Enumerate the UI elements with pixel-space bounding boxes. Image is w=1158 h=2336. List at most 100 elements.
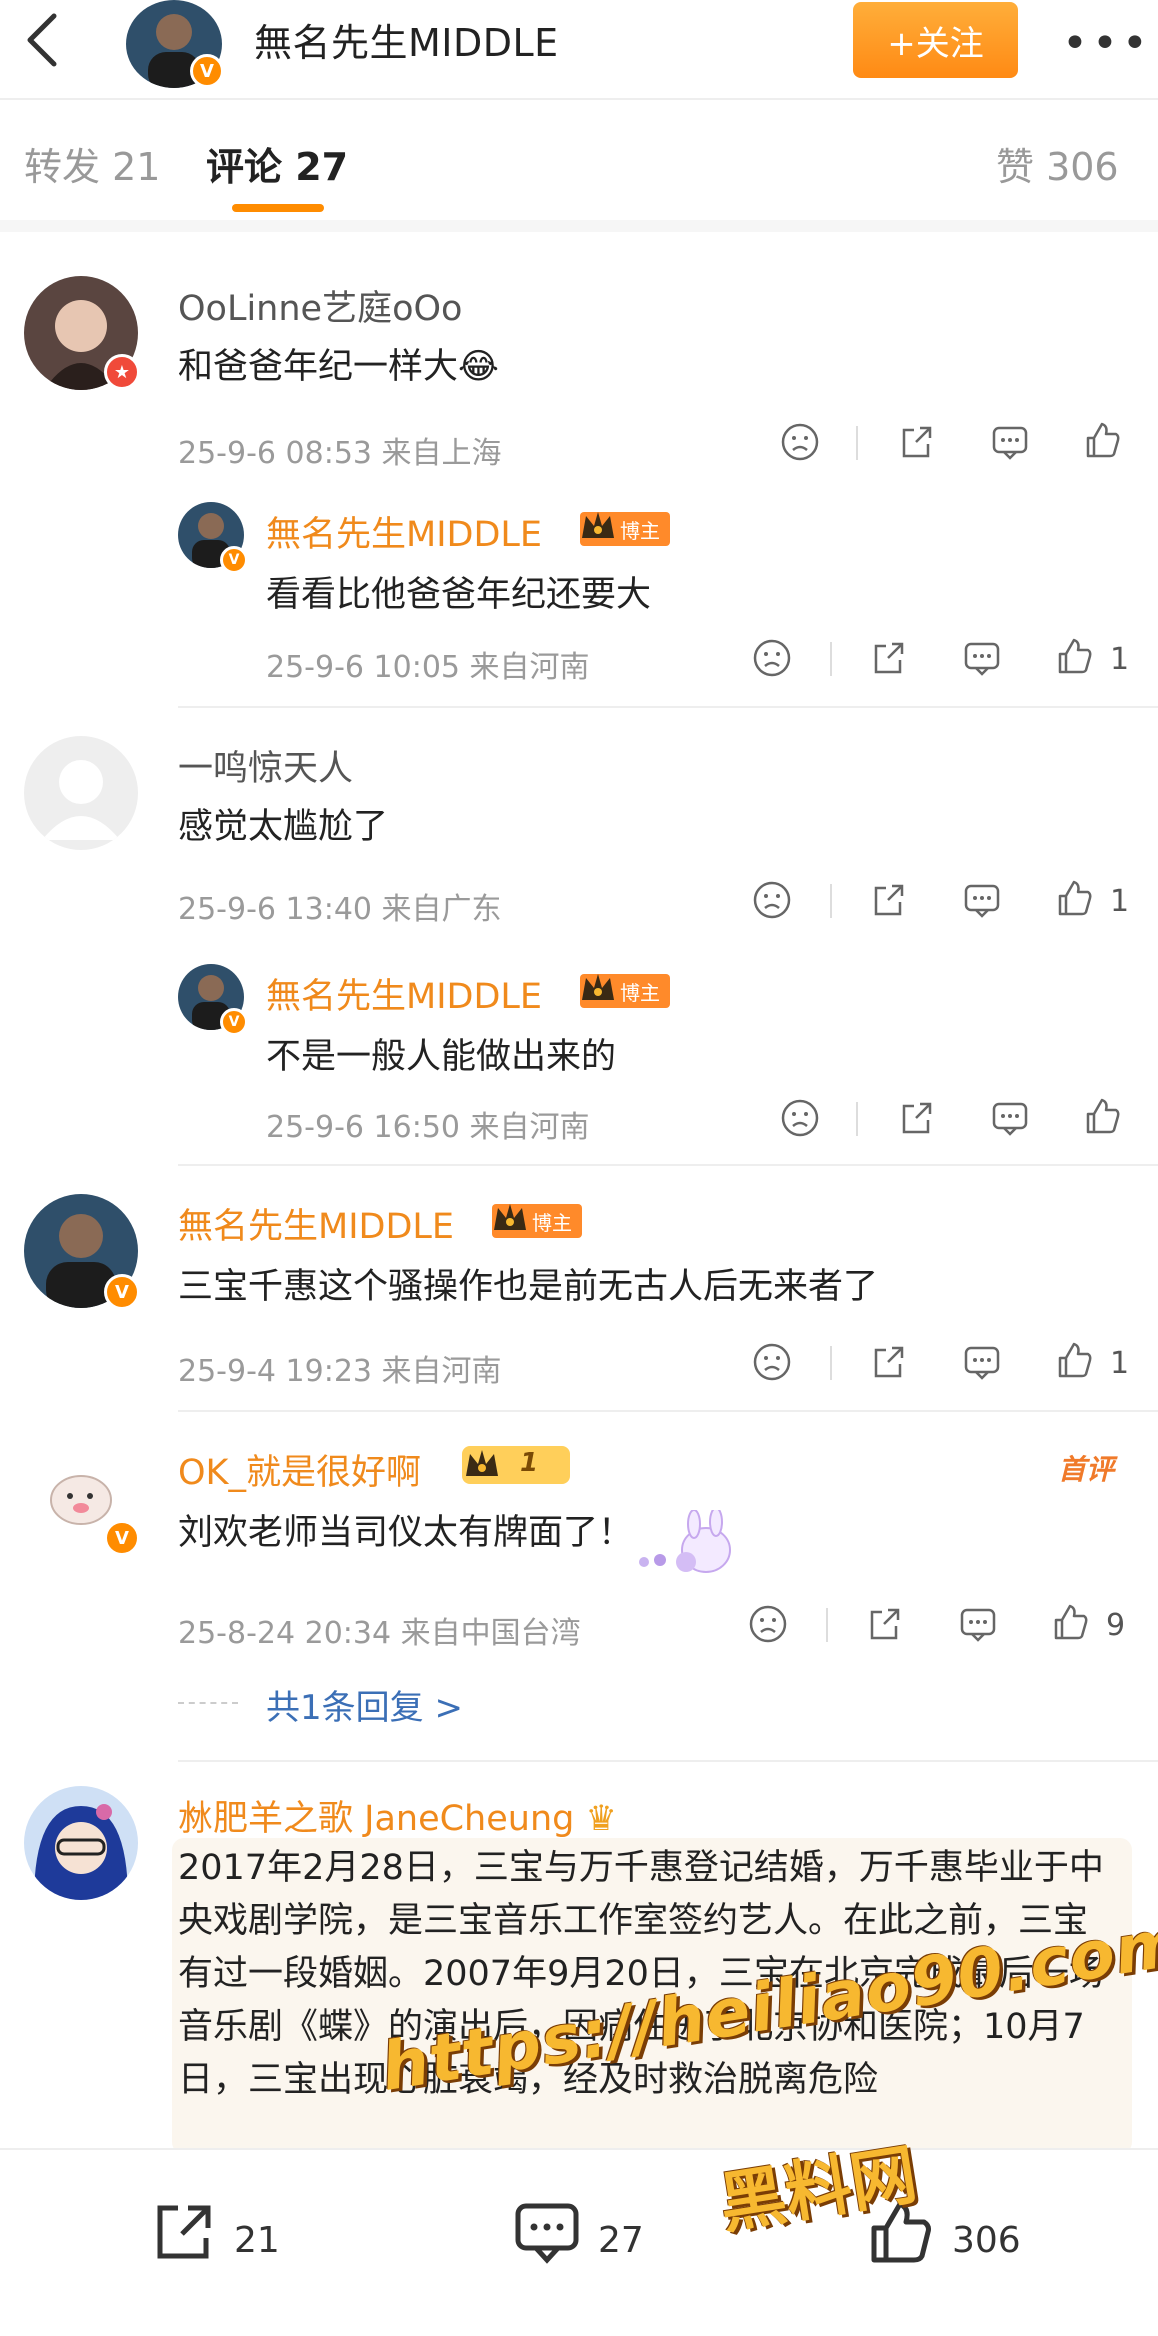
- member-badge-icon: ★: [104, 354, 140, 390]
- share-button[interactable]: [864, 1604, 904, 1648]
- thumbs-up-icon: [1058, 1342, 1092, 1378]
- share-button[interactable]: [868, 880, 908, 924]
- laughing-emoji-icon: 😂: [458, 347, 499, 387]
- comment-divider: [178, 706, 1158, 708]
- comment-button[interactable]: [512, 2198, 582, 2272]
- comment-username[interactable]: 無名先生MIDDLE: [178, 1198, 454, 1249]
- comment-icon: [960, 1608, 996, 1642]
- tabs-divider: [0, 220, 1158, 232]
- comment-username[interactable]: OoLinne艺庭oOo: [178, 280, 462, 331]
- like-count: 1: [1110, 884, 1130, 919]
- reply-button[interactable]: [962, 880, 1002, 924]
- dislike-button[interactable]: [752, 880, 792, 924]
- author-name[interactable]: 無名先生MIDDLE: [254, 12, 559, 67]
- back-button[interactable]: [18, 10, 68, 70]
- thumbs-up-icon: [1058, 638, 1092, 674]
- action-divider: [830, 884, 832, 918]
- verified-badge-icon: V: [220, 1008, 248, 1036]
- share-button[interactable]: [896, 422, 936, 466]
- like-count: 306: [952, 2220, 1021, 2261]
- share-button[interactable]: [868, 1342, 908, 1386]
- like-button[interactable]: [1050, 1602, 1090, 1646]
- dislike-button[interactable]: [780, 422, 820, 466]
- thumbs-up-icon: [1054, 1604, 1088, 1640]
- share-icon: [874, 642, 904, 674]
- avatar[interactable]: [24, 736, 138, 850]
- reply-button[interactable]: [990, 1098, 1030, 1142]
- crown-icon: [582, 974, 614, 1000]
- comment-count: 27: [598, 2220, 644, 2261]
- comment-icon: [992, 1102, 1028, 1136]
- like-count: 9: [1106, 1608, 1126, 1643]
- like-button[interactable]: [1054, 1340, 1094, 1384]
- verified-badge-icon: V: [220, 546, 248, 574]
- thumbs-up-icon: [1086, 422, 1120, 458]
- action-divider: [830, 642, 832, 676]
- comment-username[interactable]: 無名先生MIDDLE: [266, 968, 542, 1019]
- comment-meta: 25-9-6 16:50 来自河南: [266, 1110, 590, 1145]
- comment-username[interactable]: 沝肥羊之歌 JaneCheung ♛: [178, 1790, 617, 1841]
- frown-icon: [753, 639, 791, 677]
- frown-icon: [753, 1343, 791, 1381]
- host-tag-label: 博主: [620, 518, 660, 543]
- comment-username[interactable]: 一鸣惊天人: [178, 740, 353, 791]
- host-tag-label: 博主: [532, 1210, 572, 1235]
- host-tag-badge: 博主: [580, 512, 670, 546]
- like-button[interactable]: [1054, 878, 1094, 922]
- like-button[interactable]: [1082, 1096, 1122, 1140]
- dislike-button[interactable]: [780, 1098, 820, 1142]
- repost-button[interactable]: [148, 2198, 218, 2272]
- action-divider: [856, 1102, 858, 1136]
- comment-text: 不是一般人能做出来的: [266, 1037, 617, 1077]
- share-icon: [902, 426, 932, 458]
- first-comment-tag: 首评: [1058, 1453, 1115, 1486]
- tab-active-indicator: [232, 204, 324, 212]
- share-button[interactable]: [896, 1098, 936, 1142]
- like-count: 1: [1110, 642, 1130, 677]
- dislike-button[interactable]: [752, 638, 792, 682]
- frown-icon: [753, 881, 791, 919]
- crown-icon: [494, 1204, 526, 1230]
- dislike-button[interactable]: [748, 1604, 788, 1648]
- comment-icon: [515, 2203, 579, 2264]
- like-button[interactable]: [1054, 636, 1094, 680]
- share-button[interactable]: [868, 638, 908, 682]
- comment-divider: [178, 1410, 1158, 1412]
- verified-badge-icon: V: [190, 54, 224, 88]
- like-button[interactable]: [1082, 420, 1122, 464]
- share-icon: [902, 1102, 932, 1134]
- reply-button[interactable]: [962, 1342, 1002, 1386]
- comment-text: 看看比他爸爸年纪还要大: [266, 575, 652, 615]
- verified-badge-icon: V: [104, 1520, 140, 1556]
- level-badge: 1: [462, 1446, 570, 1484]
- thumbs-up-icon: [1058, 880, 1092, 916]
- tab-likes[interactable]: 赞 306: [996, 136, 1119, 191]
- comment-text-content: 和爸爸年纪一样大: [178, 347, 459, 387]
- comment-username[interactable]: 無名先生MIDDLE: [266, 506, 542, 557]
- tab-repost[interactable]: 转发 21: [24, 136, 160, 191]
- view-replies-link[interactable]: 共1条回复 >: [266, 1680, 463, 1729]
- comment-meta: 25-9-6 13:40 来自广东: [178, 892, 502, 927]
- comment-text: 和爸爸年纪一样大😂: [178, 338, 499, 389]
- level-number: 1: [520, 1448, 539, 1478]
- comment-meta: 25-9-6 08:53 来自上海: [178, 436, 502, 471]
- tab-comments[interactable]: 评论 27: [206, 136, 348, 191]
- comment-icon: [964, 884, 1000, 918]
- dislike-button[interactable]: [752, 1342, 792, 1386]
- thumbs-up-icon: [1086, 1098, 1120, 1134]
- host-tag-badge: 博主: [492, 1204, 582, 1238]
- comment-username[interactable]: OK_就是很好啊: [178, 1444, 421, 1495]
- host-tag-badge: 博主: [580, 974, 670, 1008]
- avatar[interactable]: [24, 1786, 138, 1900]
- crown-icon: [466, 1450, 498, 1476]
- header-divider: [0, 98, 1158, 100]
- reply-button[interactable]: [962, 638, 1002, 682]
- frown-icon: [749, 1605, 787, 1643]
- reply-button[interactable]: [990, 422, 1030, 466]
- more-options-icon[interactable]: •••: [1062, 18, 1152, 69]
- reply-button[interactable]: [958, 1604, 998, 1648]
- follow-button[interactable]: +关注: [853, 2, 1018, 78]
- share-icon: [874, 1346, 904, 1378]
- action-divider: [826, 1608, 828, 1642]
- chevron-left-icon: [27, 13, 57, 67]
